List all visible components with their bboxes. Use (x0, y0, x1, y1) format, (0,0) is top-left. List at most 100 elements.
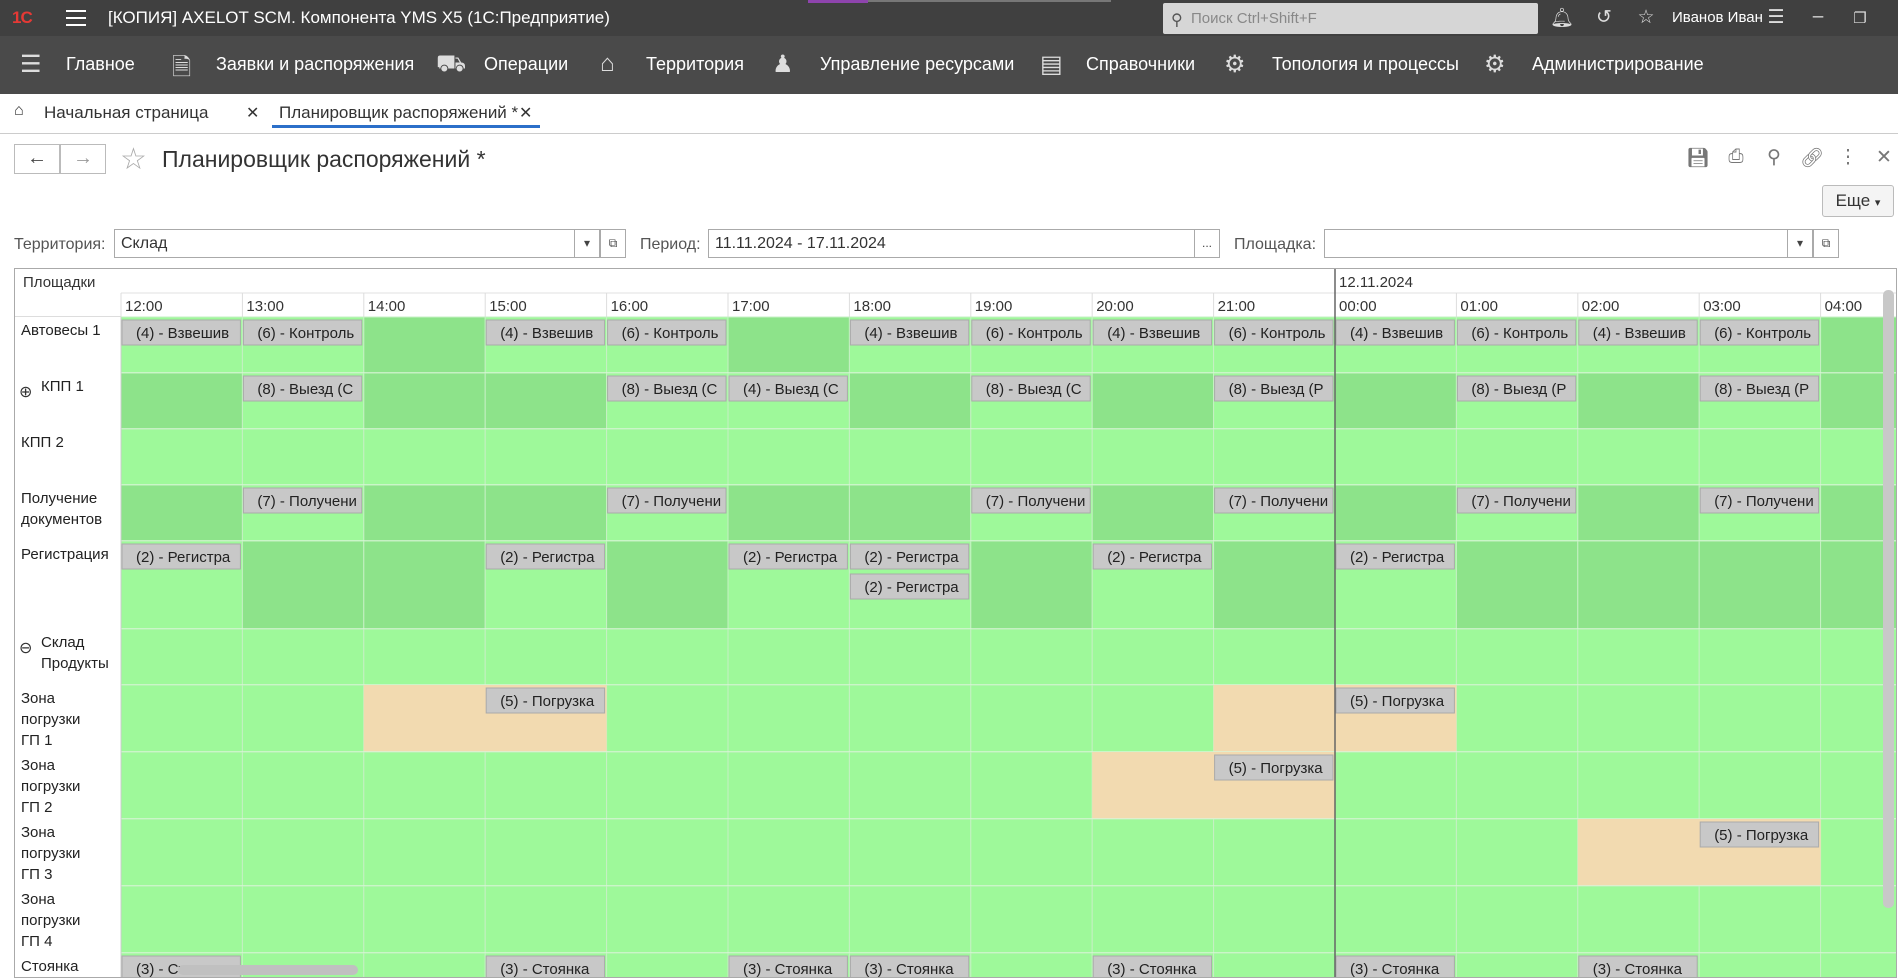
window-title: [КОПИЯ] AXELOT SCM. Компонента YMS X5 (1… (108, 8, 610, 27)
event-label: (2) - Регистра (1107, 549, 1202, 566)
grid-cell (970, 628, 1093, 686)
grid-cell (1213, 818, 1336, 887)
grid-cell (1577, 540, 1700, 630)
grid-cell (120, 885, 243, 954)
minimize-icon[interactable]: – (1806, 6, 1830, 28)
time-label: 18:00 (853, 298, 891, 315)
row-label: КПП 1 (41, 378, 84, 395)
bell-icon[interactable]: 🔔︎ (1550, 6, 1574, 30)
tab-home-close-icon[interactable]: ✕ (246, 103, 259, 123)
user-name[interactable]: Иванов Иван (1672, 9, 1763, 26)
event-label: (2) - Регистра (864, 579, 959, 596)
event-label: (5) - Погрузка (1714, 827, 1809, 844)
more-button[interactable]: Еще ▾ (1822, 185, 1894, 217)
grid-cell (363, 885, 486, 954)
tab-planner[interactable]: Планировщик распоряжений * ✕ (272, 100, 540, 128)
area-dropdown-icon[interactable]: ▾ (1787, 229, 1813, 258)
favorite-star-icon[interactable]: ☆ (120, 142, 147, 177)
nav-item-main[interactable]: Главное (66, 54, 135, 75)
period-select-button[interactable]: ... (1194, 229, 1220, 258)
accent-strip-gray (868, 0, 1111, 2)
grid-cell (363, 818, 486, 887)
search-input[interactable]: ⚲ Поиск Ctrl+Shift+F (1163, 3, 1538, 34)
grid-cell (848, 818, 972, 887)
section-panel: ☰ Главное 🗎︎ Заявки и распоряжения ⛟ Опе… (0, 36, 1898, 94)
nav-item-requests[interactable]: Заявки и распоряжения (216, 54, 414, 75)
grid-cell (1455, 885, 1579, 954)
grid-cell (363, 484, 486, 542)
print-icon[interactable]: ⎙ (1724, 146, 1748, 168)
area-open-icon[interactable]: ⧉ (1813, 229, 1839, 258)
nav-item-territory[interactable]: Территория (646, 54, 744, 75)
nav-item-topology[interactable]: Топология и процессы (1272, 54, 1459, 75)
area-field[interactable] (1324, 229, 1788, 258)
row-label: КПП 2 (21, 434, 64, 451)
truck-icon: ⛟ (436, 50, 467, 77)
nav-item-references[interactable]: Справочники (1086, 54, 1195, 75)
nav-item-resources[interactable]: Управление ресурсами (820, 54, 1014, 75)
vertical-scrollbar[interactable] (1883, 290, 1894, 908)
history-icon[interactable]: ↺ (1592, 6, 1616, 29)
main-menu-icon[interactable] (66, 10, 86, 26)
planner-grid[interactable]: Площадки 12.11.2024 12:00 13:00 14:00 15:00 16… (14, 268, 1897, 978)
event-label: (4) - Взвешив (136, 325, 229, 342)
nav-item-operations[interactable]: Операции (484, 54, 568, 75)
row-label: Автовесы 1 (21, 322, 101, 339)
nav-item-admin[interactable]: Администрирование (1532, 54, 1704, 75)
tab-planner-close-icon[interactable]: ✕ (519, 103, 532, 123)
territory-label: Территория: (14, 236, 106, 253)
grid-cell (606, 684, 729, 753)
row-label: погрузки (21, 711, 80, 728)
search-icon: ⚲ (1171, 12, 1183, 29)
back-button[interactable]: ← (14, 144, 60, 174)
grid-cell (120, 751, 243, 820)
grid-cell (484, 484, 608, 542)
preview-icon[interactable]: ⚲ (1762, 146, 1786, 169)
grid-cell (1455, 428, 1579, 486)
territory-open-icon[interactable]: ⧉ (600, 229, 626, 258)
row-label: Получение (21, 490, 97, 507)
time-label: 01:00 (1460, 298, 1498, 315)
close-form-icon[interactable]: ✕ (1872, 146, 1896, 169)
grid-cell (241, 818, 365, 887)
period-field[interactable]: 11.11.2024 - 17.11.2024 (708, 229, 1195, 258)
grid-cell (1577, 885, 1700, 954)
grid-cell (363, 428, 486, 486)
favorites-star-icon[interactable]: ☆ (1634, 6, 1658, 29)
settings-menu-icon[interactable]: ☰ (1764, 6, 1788, 29)
grid-cell (1698, 628, 1822, 686)
event-label: (3) - Стоянка (1107, 961, 1197, 978)
time-label: 12:00 (125, 298, 163, 315)
territory-dropdown-icon[interactable]: ▾ (574, 229, 600, 258)
grid-cell (1334, 885, 1457, 954)
grid-cell (606, 428, 729, 486)
grid-cell (363, 316, 486, 374)
tab-home[interactable]: ⌂ Начальная страница ✕ (0, 100, 268, 128)
event-label: (6) - Контроль (622, 325, 719, 342)
link-icon[interactable]: 🔗︎ (1800, 146, 1824, 170)
grid-cell (120, 818, 243, 887)
grid-cell (727, 885, 850, 954)
hamburger-icon[interactable]: ☰ (20, 50, 42, 79)
event-label: (8) - Выезд (С (257, 381, 353, 398)
1c-logo: 1С (12, 8, 33, 27)
row-label: погрузки (21, 778, 80, 795)
horizontal-scrollbar[interactable] (178, 965, 358, 975)
planner-svg[interactable]: Площадки 12.11.2024 12:00 13:00 14:00 15:00 16… (15, 269, 1897, 978)
grid-cell (1577, 484, 1700, 542)
grid-cell (241, 751, 365, 820)
event-label: (4) - Взвешив (500, 325, 593, 342)
grid-cell (1091, 628, 1215, 686)
save-icon[interactable]: 💾︎ (1686, 146, 1710, 170)
more-vertical-icon[interactable]: ⋮ (1836, 146, 1860, 169)
territory-field[interactable]: Склад (114, 229, 575, 258)
time-label: 17:00 (732, 298, 770, 315)
event-label: (5) - Погрузка (1229, 760, 1324, 777)
row-label: документов (21, 511, 102, 528)
forward-button[interactable]: → (60, 144, 106, 174)
restore-icon[interactable]: ❐ (1848, 9, 1872, 27)
grid-cell (606, 885, 729, 954)
grid-cell (970, 818, 1093, 887)
grid-cell (1698, 952, 1822, 977)
grid-cell (120, 628, 243, 686)
